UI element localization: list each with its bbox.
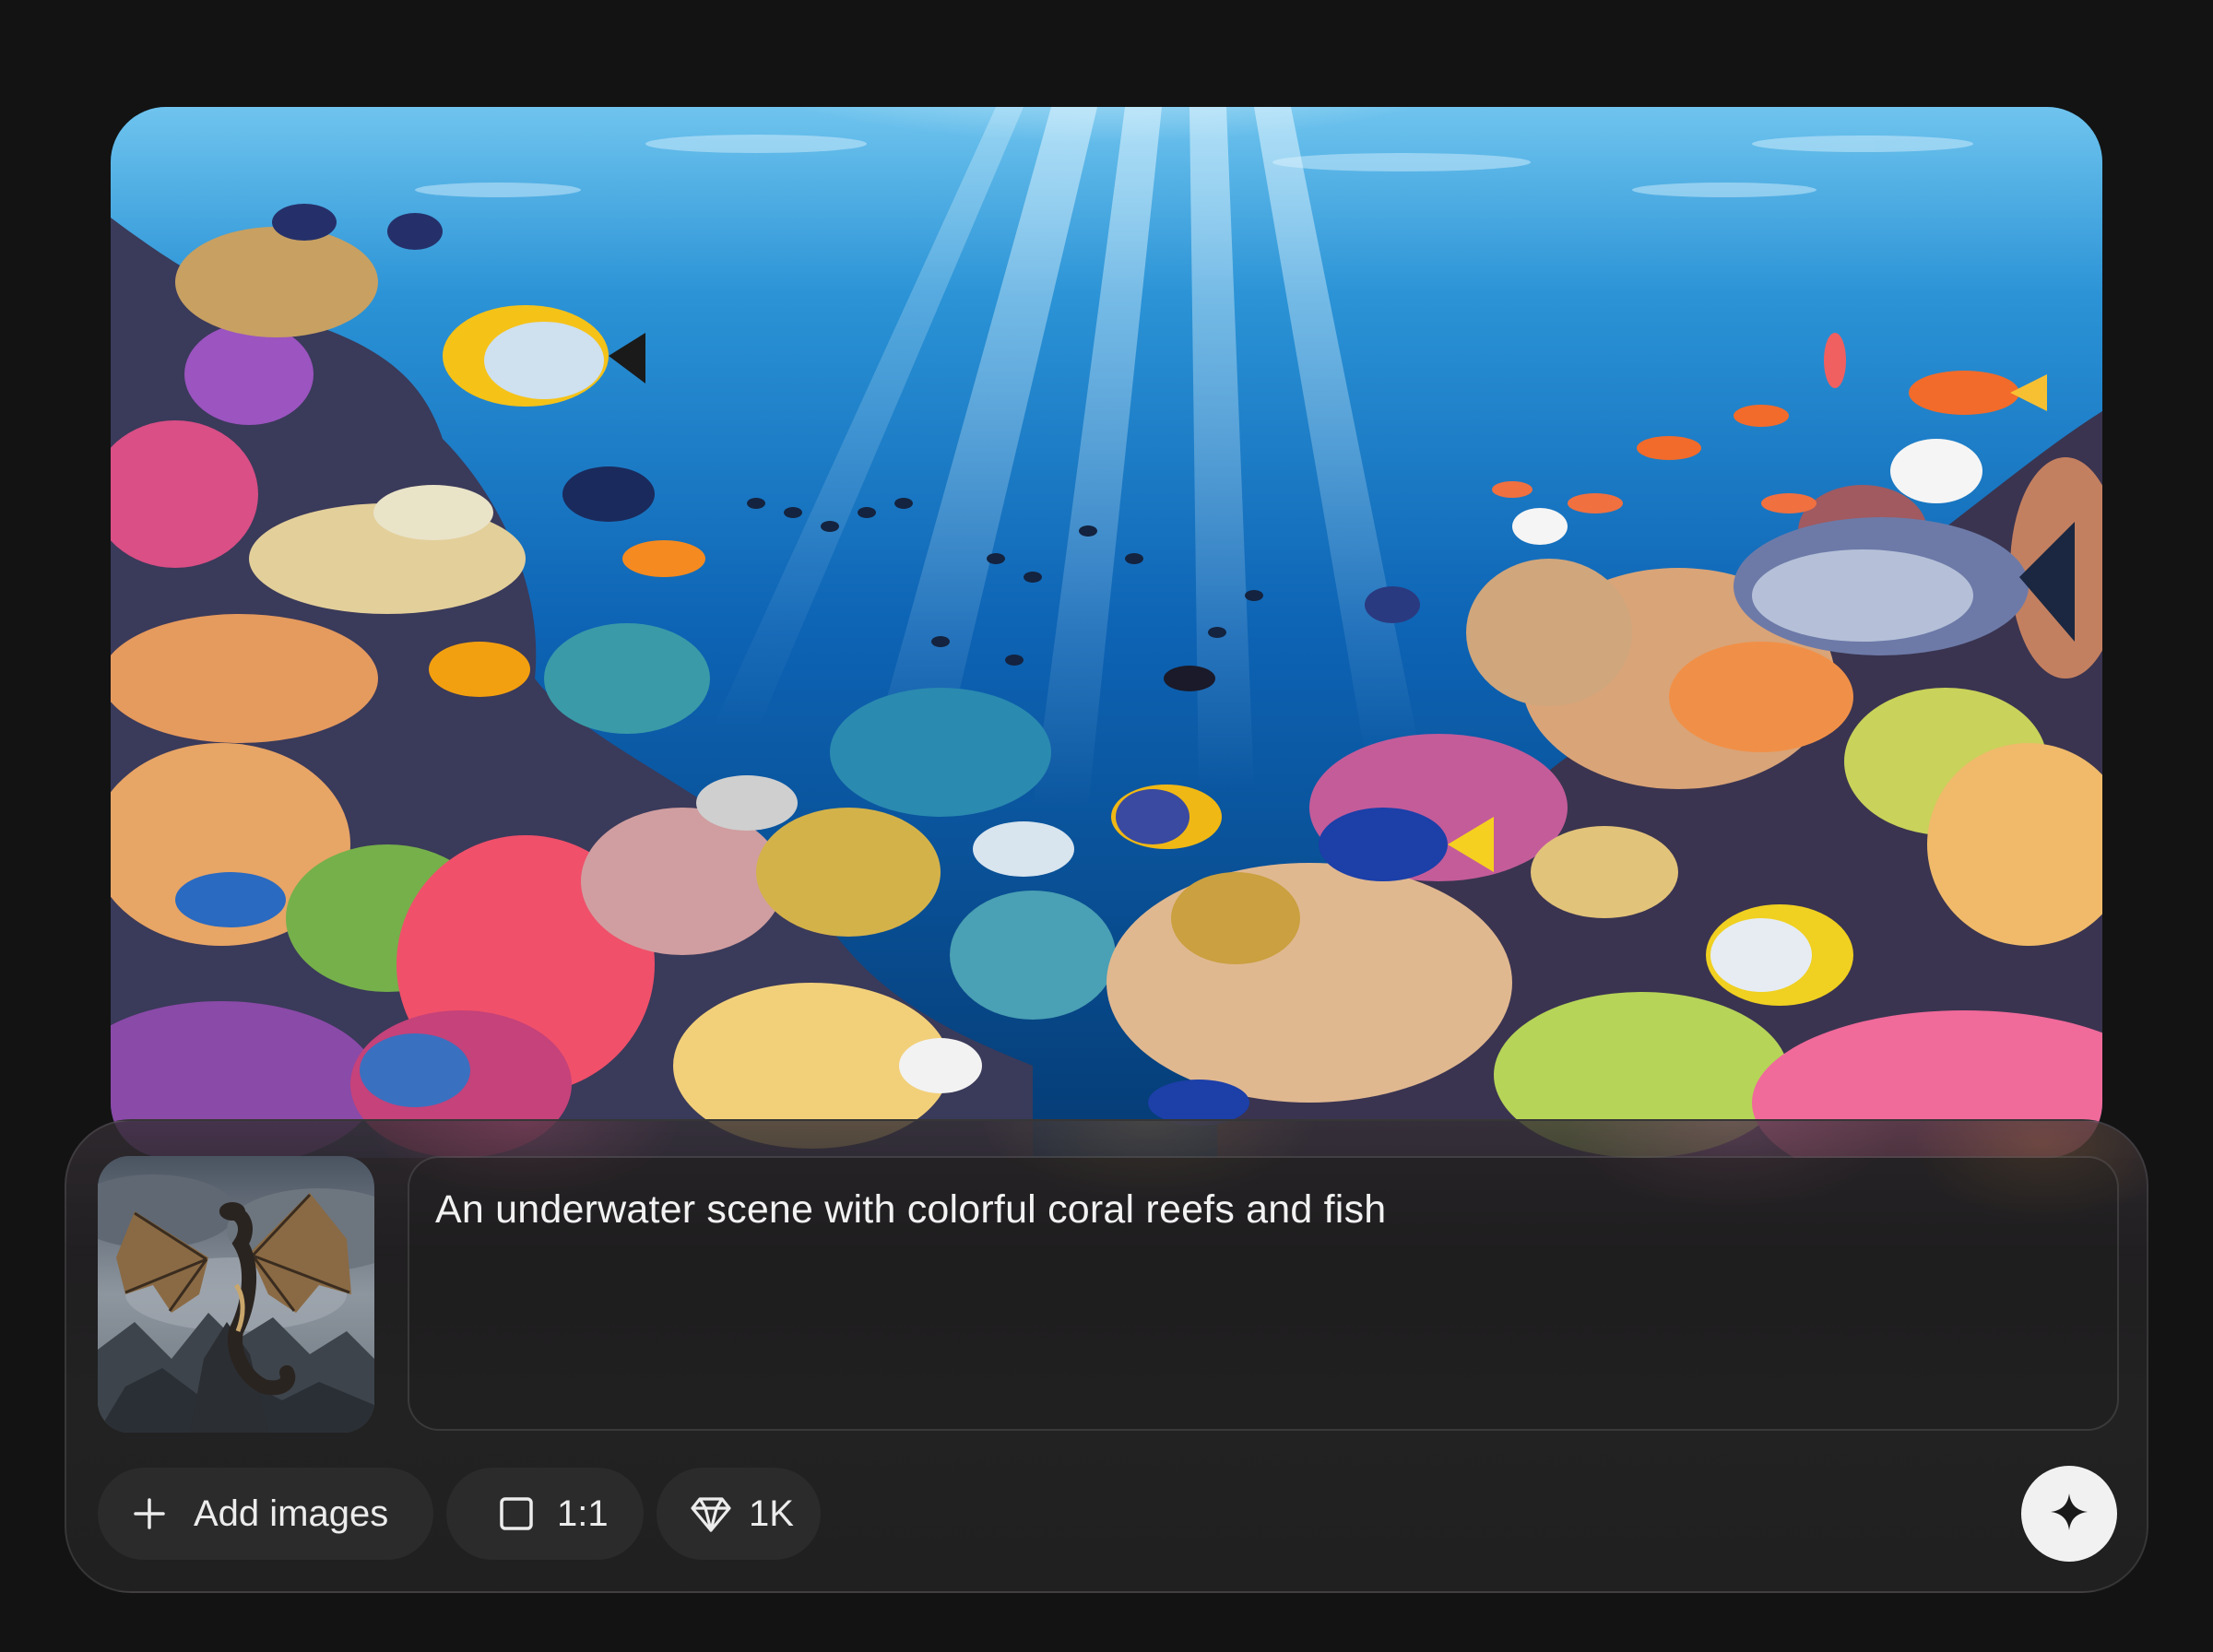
app-canvas: An underwater scene with colorful coral … — [0, 0, 2213, 1652]
prompt-input[interactable]: An underwater scene with colorful coral … — [408, 1156, 2119, 1431]
quality-label: 1K — [749, 1493, 794, 1534]
sparkle-icon — [2049, 1492, 2089, 1537]
aspect-ratio-label: 1:1 — [557, 1493, 609, 1534]
dragon-picture — [98, 1156, 374, 1433]
aspect-ratio-button[interactable]: 1:1 — [446, 1468, 644, 1560]
underwater-reef-picture — [111, 107, 2102, 1158]
generated-image[interactable] — [111, 107, 2102, 1158]
reference-image-thumbnail[interactable] — [98, 1156, 374, 1433]
generate-button[interactable] — [2021, 1466, 2117, 1562]
prompt-composer: An underwater scene with colorful coral … — [65, 1119, 2148, 1593]
quality-button[interactable]: 1K — [657, 1468, 821, 1560]
plus-icon — [131, 1495, 168, 1532]
square-icon — [498, 1495, 535, 1532]
add-images-button[interactable]: Add images — [98, 1468, 433, 1560]
add-images-label: Add images — [194, 1493, 389, 1534]
prompt-text: An underwater scene with colorful coral … — [435, 1187, 1387, 1232]
diamond-icon — [690, 1493, 732, 1535]
